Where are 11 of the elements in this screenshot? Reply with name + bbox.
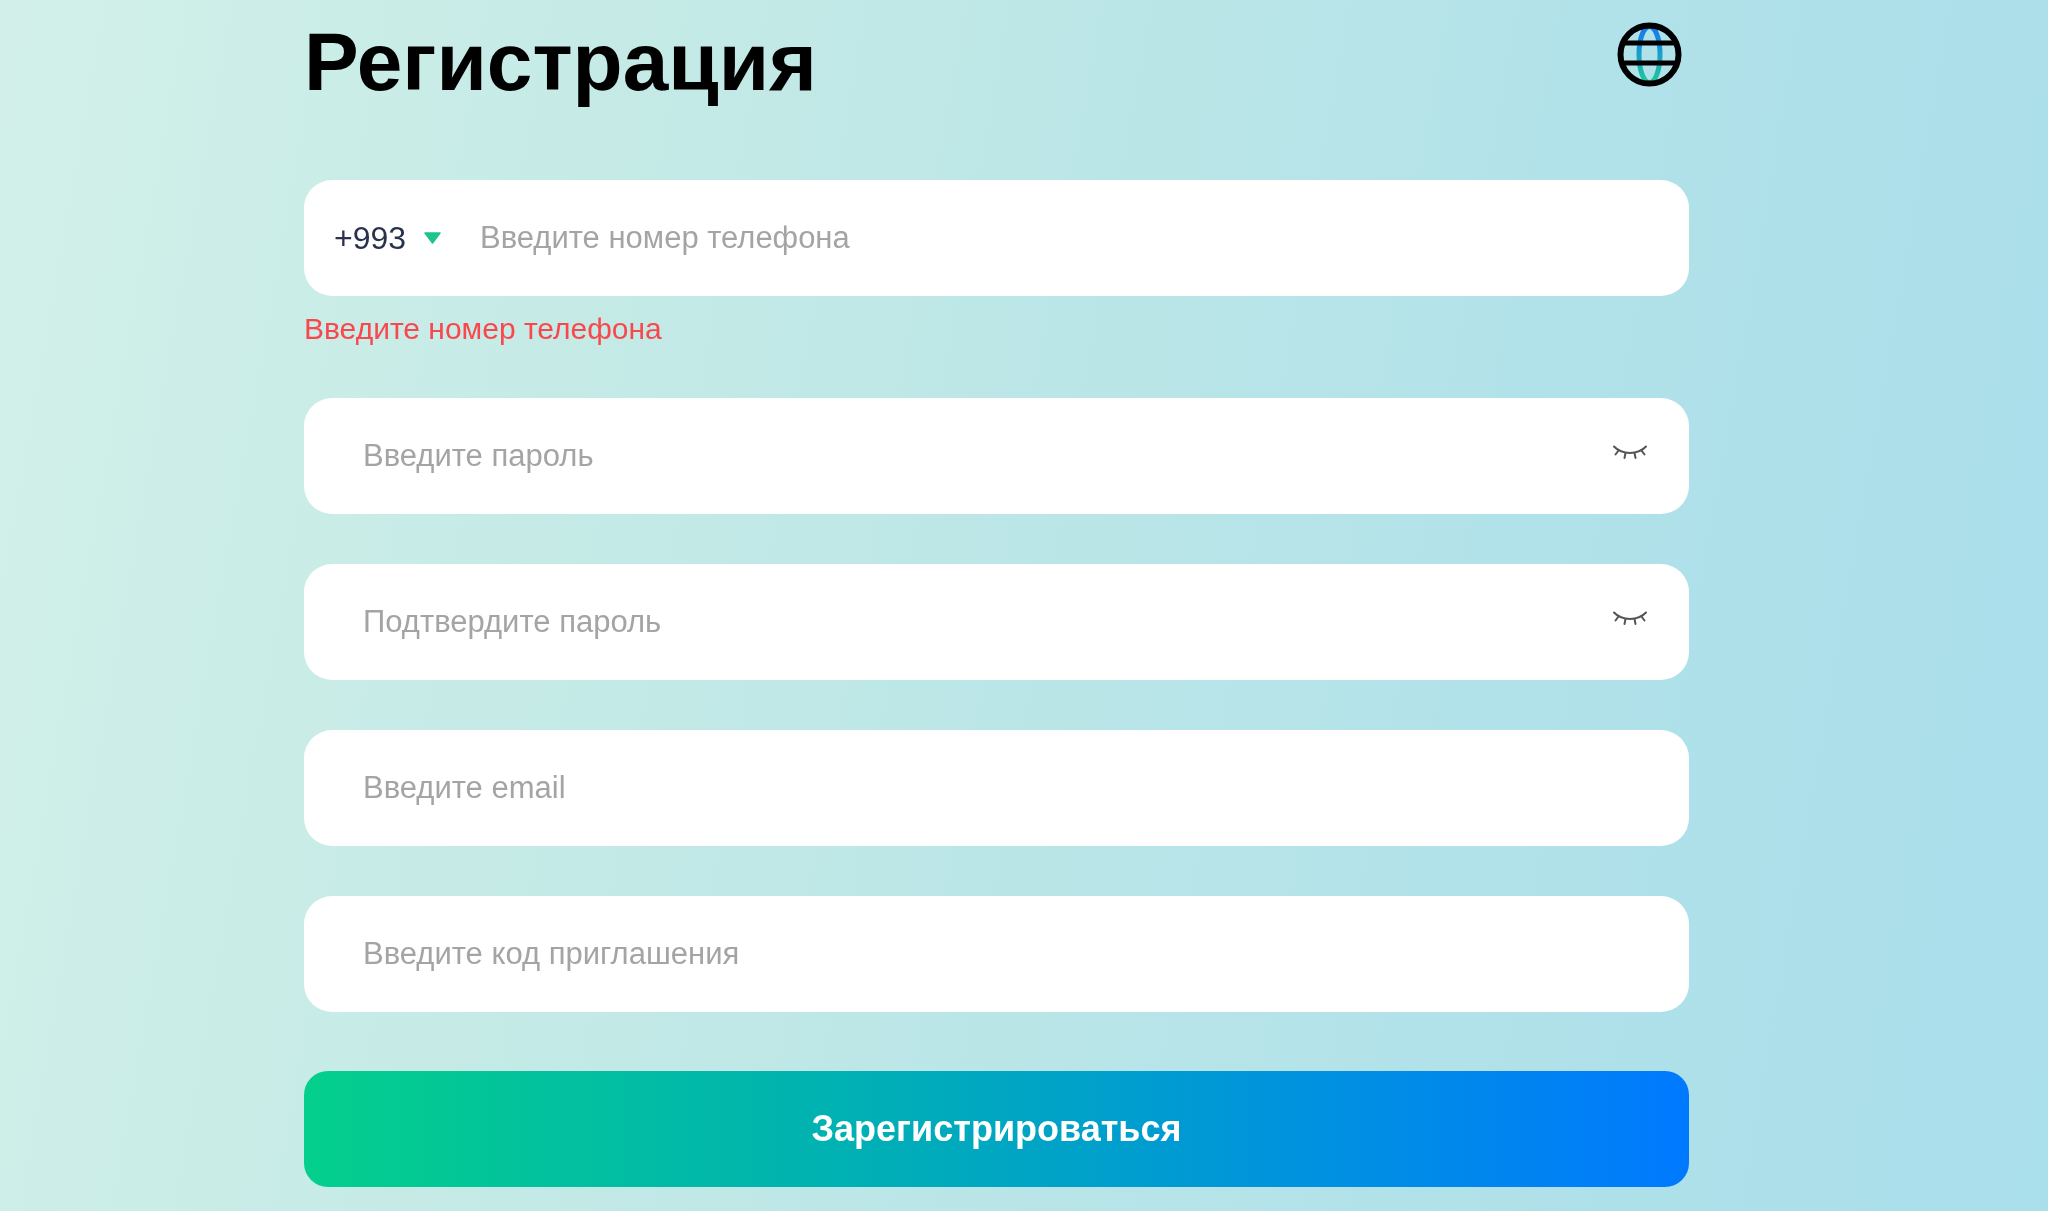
- caret-icon: [424, 232, 442, 244]
- closed-eye-icon[interactable]: [1612, 610, 1648, 626]
- globe-icon[interactable]: [1617, 22, 1682, 87]
- password-input[interactable]: Введите пароль: [304, 398, 1689, 514]
- error-message: Введите номер телефона: [304, 312, 662, 346]
- email-input[interactable]: Введите email: [304, 730, 1689, 846]
- password-input[interactable]: Подтвердите пароль: [304, 564, 1689, 680]
- page-title: Регистрация: [304, 15, 817, 109]
- invite-code-input[interactable]: Введите код приглашения: [304, 896, 1689, 1012]
- closed-eye-icon[interactable]: [1612, 444, 1648, 460]
- country-code-select[interactable]: +993: [334, 220, 442, 256]
